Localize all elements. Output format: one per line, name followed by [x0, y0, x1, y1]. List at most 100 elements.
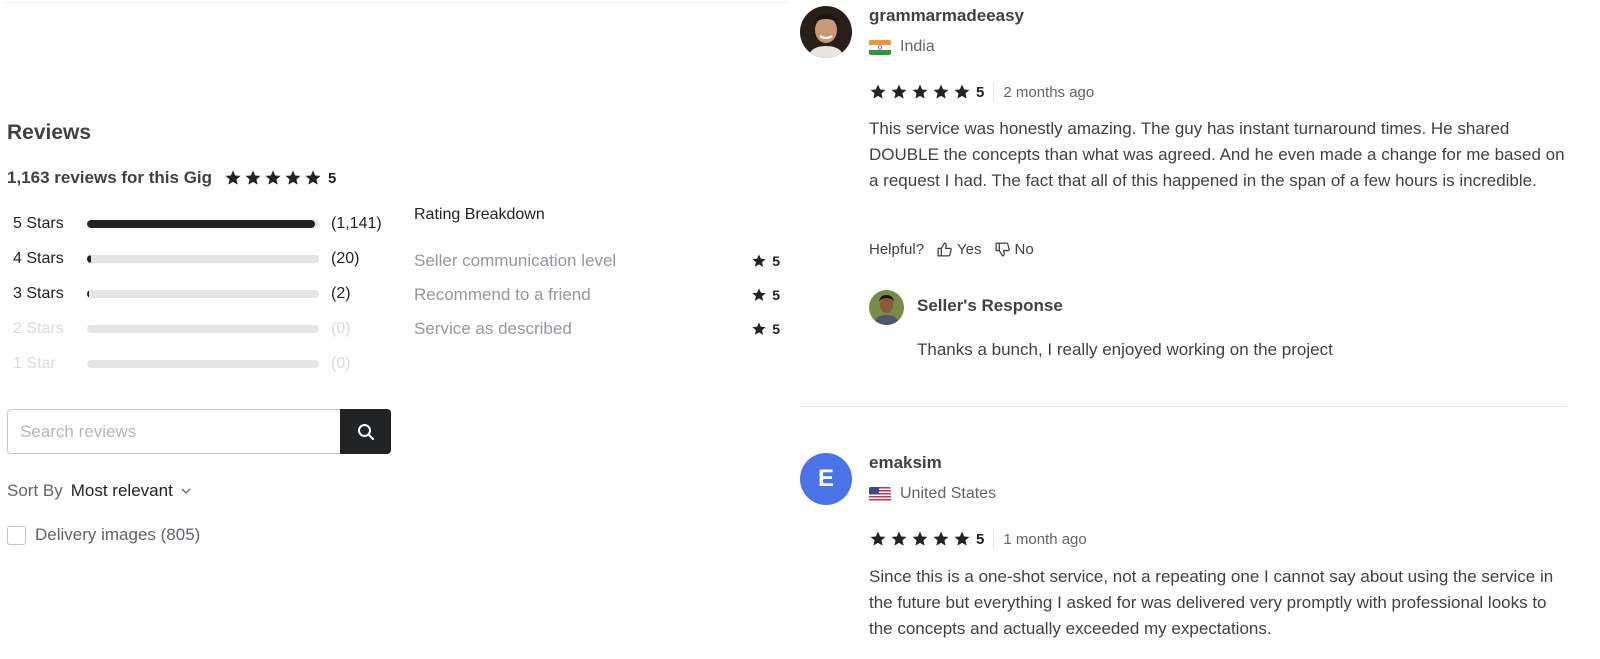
star-icon	[869, 83, 887, 101]
star-breakdown-bar	[87, 289, 319, 298]
star-icon	[890, 83, 908, 101]
seller-response-text: Thanks a bunch, I really enjoyed working…	[917, 340, 1333, 359]
reviews-heading: Reviews	[7, 121, 92, 144]
star-icon	[911, 530, 929, 548]
star-breakdown-label: 4 Stars	[13, 249, 64, 267]
reviews-summary: 1,163 reviews for this Gig 5	[7, 168, 336, 188]
star-breakdown: 5 Stars (1,141) 4 Stars (20) 3 Stars (2)…	[13, 206, 393, 381]
star-breakdown-fill	[87, 254, 91, 263]
review-country-name: United States	[900, 485, 997, 502]
star-icon	[869, 530, 887, 548]
helpful-no-button[interactable]: No	[994, 241, 1034, 258]
review-text: This service was honestly amazing. The g…	[869, 119, 1565, 190]
thumbs-down-icon	[995, 242, 1010, 257]
search-reviews	[7, 409, 391, 454]
helpful-yes-button[interactable]: Yes	[936, 241, 982, 258]
star-breakdown-count: (2)	[331, 284, 351, 302]
search-button[interactable]	[340, 409, 391, 454]
seller-response-title: Seller's Response	[917, 296, 1063, 315]
star-breakdown-label: 3 Stars	[13, 284, 64, 302]
avatar[interactable]	[800, 6, 852, 58]
helpful-label: Helpful?	[869, 241, 925, 258]
rating-breakdown: Rating Breakdown Seller communication le…	[414, 206, 780, 346]
star-icon	[244, 169, 262, 187]
rating-breakdown-score: 5	[772, 321, 780, 337]
star-breakdown-fill	[87, 219, 315, 228]
helpful-yes-label: Yes	[957, 241, 982, 258]
star-breakdown-row-4[interactable]: 4 Stars (20)	[13, 241, 393, 276]
review-country: United States	[869, 485, 996, 503]
star-breakdown-row-2: 2 Stars (0)	[13, 311, 393, 346]
review-time: 1 month ago	[1003, 530, 1087, 548]
rating-breakdown-item: Recommend to a friend 5	[414, 278, 780, 312]
star-icon	[953, 530, 971, 548]
star-breakdown-count: (20)	[331, 249, 360, 267]
reviews-count: 1,163 reviews for this Gig	[7, 168, 213, 187]
star-icon	[751, 287, 767, 303]
star-breakdown-row-3[interactable]: 3 Stars (2)	[13, 276, 393, 311]
search-icon	[357, 423, 374, 440]
review-username[interactable]: emaksim	[869, 453, 942, 473]
review-rating: 5 2 months ago	[869, 82, 1094, 102]
helpful-no-label: No	[1014, 241, 1034, 258]
seller-avatar	[869, 290, 904, 325]
review-score: 5	[976, 83, 985, 101]
previous-section-edge	[6, 0, 790, 3]
star-breakdown-fill	[87, 289, 90, 298]
rating-breakdown-score: 5	[772, 287, 780, 303]
divider	[993, 82, 995, 102]
review-country-name: India	[900, 38, 935, 55]
helpful-vote: Helpful? Yes No	[869, 241, 1046, 258]
overall-score: 5	[328, 169, 337, 187]
star-icon	[890, 530, 908, 548]
star-icon	[932, 83, 950, 101]
review-username[interactable]: grammarmadeeasy	[869, 6, 1024, 26]
star-icon	[224, 169, 242, 187]
rating-breakdown-item: Service as described 5	[414, 312, 780, 346]
star-breakdown-row-5[interactable]: 5 Stars (1,141)	[13, 206, 393, 241]
star-breakdown-count: (1,141)	[331, 214, 382, 232]
star-breakdown-label: 1 Star	[13, 354, 56, 372]
star-breakdown-bar	[87, 219, 319, 228]
review-text: Since this is a one-shot service, not a …	[869, 567, 1554, 638]
rating-breakdown-label: Service as described	[414, 319, 572, 338]
sort-by-label: Sort By	[7, 481, 63, 500]
star-icon	[911, 83, 929, 101]
sort-by: Sort By Most relevant	[7, 481, 191, 501]
review-score: 5	[976, 530, 985, 548]
rating-breakdown-score: 5	[772, 253, 780, 269]
chevron-down-icon	[181, 488, 191, 494]
sort-dropdown[interactable]: Most relevant	[71, 481, 191, 501]
star-breakdown-bar	[87, 324, 319, 333]
overall-stars	[224, 169, 324, 187]
delivery-images-filter[interactable]: Delivery images (805)	[7, 525, 200, 545]
star-breakdown-bar	[87, 359, 319, 368]
rating-breakdown-label: Recommend to a friend	[414, 285, 591, 304]
star-icon	[953, 83, 971, 101]
rating-breakdown-item: Seller communication level 5	[414, 244, 780, 278]
india-flag-icon	[869, 39, 891, 55]
star-breakdown-count: (0)	[331, 354, 351, 372]
star-icon	[751, 253, 767, 269]
sort-selected-value: Most relevant	[70, 481, 173, 500]
star-breakdown-count: (0)	[331, 319, 351, 337]
delivery-images-label: Delivery images (805)	[35, 525, 201, 544]
avatar[interactable]: E	[800, 453, 852, 505]
review-rating: 5 1 month ago	[869, 529, 1087, 549]
star-icon	[284, 169, 302, 187]
star-icon	[932, 530, 950, 548]
rating-breakdown-label: Seller communication level	[414, 251, 617, 270]
divider	[993, 529, 995, 549]
star-icon	[751, 321, 767, 337]
star-icon	[264, 169, 282, 187]
search-reviews-input[interactable]	[7, 409, 340, 454]
rating-breakdown-title: Rating Breakdown	[414, 206, 545, 223]
usa-flag-icon	[869, 486, 891, 502]
delivery-images-checkbox[interactable]	[7, 525, 26, 545]
thumbs-up-icon	[937, 242, 952, 257]
star-breakdown-row-1: 1 Star (0)	[13, 346, 393, 381]
star-breakdown-label: 2 Stars	[13, 319, 64, 337]
star-breakdown-bar	[87, 254, 319, 263]
star-icon	[304, 169, 322, 187]
star-breakdown-label: 5 Stars	[13, 214, 64, 232]
